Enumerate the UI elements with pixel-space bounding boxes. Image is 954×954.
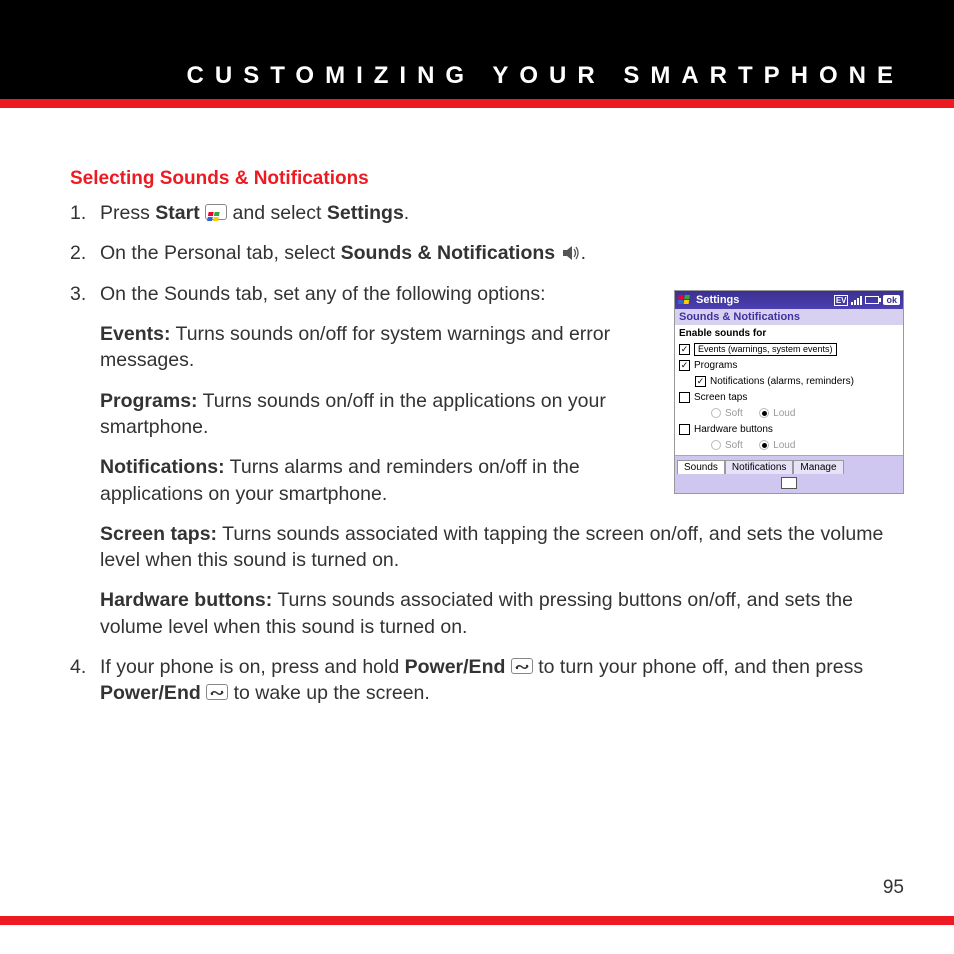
tab-notifications[interactable]: Notifications [725, 460, 793, 474]
label-loud: Loud [773, 440, 795, 451]
hardware-buttons-volume: Soft Loud [679, 437, 899, 453]
bold-sounds-notifications: Sounds & Notifications [341, 242, 556, 264]
window-titlebar: Settings EV ok [675, 291, 903, 309]
tab-sounds[interactable]: Sounds [677, 460, 725, 474]
radio-loud[interactable] [759, 408, 769, 418]
bold-hardware-buttons: Hardware buttons: [100, 589, 272, 611]
ok-button[interactable]: ok [883, 295, 900, 305]
screen-taps-volume: Soft Loud [679, 405, 899, 421]
panel-body: Enable sounds for Events (warnings, syst… [675, 325, 903, 455]
text: to wake up the screen. [234, 682, 430, 704]
checkbox-programs[interactable] [679, 360, 690, 371]
bold-settings: Settings [327, 202, 404, 224]
label-notifications: Notifications (alarms, reminders) [710, 376, 854, 387]
label-soft: Soft [725, 408, 743, 419]
text: Turns sounds on/off for system warnings … [100, 323, 610, 371]
text: . [404, 202, 409, 224]
checkbox-hardware-buttons[interactable] [679, 424, 690, 435]
radio-loud[interactable] [759, 440, 769, 450]
step-2: On the Personal tab, select Sounds & Not… [70, 240, 904, 266]
step-1: Press Start and select Settings. [70, 200, 904, 226]
speaker-icon [561, 243, 581, 261]
text: On the Sounds tab, set any of the follow… [100, 281, 640, 307]
text: and select [227, 202, 327, 224]
bold-start: Start [155, 202, 199, 224]
text: Turns sounds associated with tapping the… [100, 523, 883, 571]
radio-soft[interactable] [711, 408, 721, 418]
chapter-title: CUSTOMIZING YOUR SMARTPHONE [187, 62, 904, 90]
ev-indicator: EV [834, 295, 849, 306]
bold-screen-taps: Screen taps: [100, 523, 217, 545]
checkbox-notifications[interactable] [695, 376, 706, 387]
bold-notifications: Notifications: [100, 456, 225, 478]
option-programs: Programs [679, 357, 899, 373]
sip-bar [675, 473, 903, 493]
windows-start-icon [205, 204, 227, 220]
bold-power-end: Power/End [100, 682, 201, 704]
status-indicators: EV [834, 295, 880, 306]
page-number: 95 [883, 877, 904, 899]
label-screen-taps: Screen taps [694, 392, 747, 403]
header-black-band: CUSTOMIZING YOUR SMARTPHONE [0, 0, 954, 99]
option-notifications: Notifications (alarms, reminders) [679, 373, 899, 389]
label-programs: Programs [694, 360, 737, 371]
group-label: Enable sounds for [679, 328, 899, 339]
panel-heading: Sounds & Notifications [675, 309, 903, 325]
option-screen-taps: Screen taps [679, 389, 899, 405]
events-dropdown[interactable]: Events (warnings, system events) [694, 343, 837, 356]
checkbox-events[interactable] [679, 344, 690, 355]
keyboard-icon[interactable] [781, 477, 797, 489]
label-soft: Soft [725, 440, 743, 451]
power-end-icon [511, 658, 533, 674]
text: If your phone is on, press and hold [100, 656, 405, 678]
battery-icon [865, 296, 879, 304]
text: Press [100, 202, 155, 224]
windows-flag-icon [678, 294, 692, 306]
bold-programs: Programs: [100, 390, 198, 412]
bold-events: Events: [100, 323, 170, 345]
checkbox-screen-taps[interactable] [679, 392, 690, 403]
text: to turn your phone off, and then press [538, 656, 863, 678]
window-title: Settings [696, 294, 739, 306]
text: On the Personal tab, select [100, 242, 341, 264]
signal-icon [851, 296, 862, 305]
header-red-band [0, 99, 954, 108]
label-loud: Loud [773, 408, 795, 419]
section-heading: Selecting Sounds & Notifications [70, 168, 904, 190]
label-hardware-buttons: Hardware buttons [694, 424, 773, 435]
radio-soft[interactable] [711, 440, 721, 450]
bold-power-end: Power/End [405, 656, 506, 678]
option-hardware-buttons: Hardware buttons [679, 421, 899, 437]
tab-manage[interactable]: Manage [793, 460, 843, 474]
step-4: If your phone is on, press and hold Powe… [70, 654, 904, 707]
device-screenshot: Settings EV ok Sounds & Notifications En… [674, 290, 904, 494]
tab-bar: Sounds Notifications Manage [675, 455, 903, 473]
power-end-icon [206, 684, 228, 700]
footer-red-band [0, 916, 954, 925]
text: . [581, 242, 586, 264]
option-events: Events (warnings, system events) [679, 341, 899, 357]
